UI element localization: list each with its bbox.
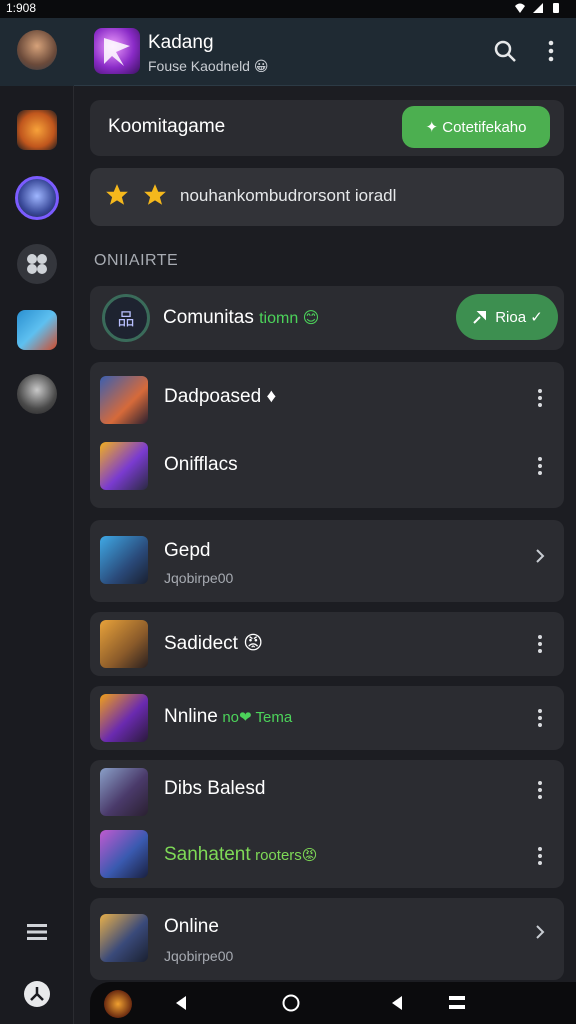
stars-card[interactable]: nouhankombudrorsont ioradl [90, 168, 564, 226]
banner-button[interactable]: ✦ Cotetifekaho [402, 106, 550, 148]
more-vertical-icon[interactable] [530, 706, 550, 730]
community-highlight: tiomn 😊 [259, 310, 320, 327]
rail-game-selected[interactable] [15, 176, 59, 220]
home-icon[interactable] [280, 992, 302, 1014]
game-icon [100, 768, 148, 816]
menu-icon[interactable] [26, 922, 48, 942]
chevron-right-icon[interactable] [530, 922, 550, 942]
more-vertical-icon[interactable] [530, 386, 550, 410]
community-join-button[interactable]: Rioa ✓ [456, 294, 558, 340]
more-vertical-icon[interactable] [530, 778, 550, 802]
svg-text:品: 品 [118, 310, 135, 330]
games-group-4: Nnline no❤ Tema [90, 686, 564, 750]
game-icon [100, 536, 148, 584]
games-group-2[interactable]: Gepd Jqobirpe00 [90, 520, 564, 602]
games-group-6[interactable]: Online Jqobirpe00 [90, 898, 564, 980]
stars-text: nouhankombudrorsont ioradl [180, 186, 397, 205]
game-subtitle: Jqobirpe00 [164, 948, 234, 964]
game-name: Online [164, 916, 219, 937]
status-time: 1:908 [6, 1, 37, 15]
game-subtitle: Jqobirpe00 [164, 570, 234, 586]
game-icon [100, 830, 148, 878]
user-avatar[interactable] [17, 30, 57, 70]
game-name: Dadpoased ♦ [164, 386, 277, 407]
rail-game-fox[interactable] [17, 110, 57, 150]
game-name: Gepd [164, 540, 211, 561]
star-icon [106, 184, 128, 205]
community-join-label: Rioa ✓ [495, 309, 543, 326]
game-name: Sanhatent [164, 844, 251, 865]
game-name-wrap: Sanhatent rooters😡 [164, 844, 317, 866]
chevron-right-icon[interactable] [530, 546, 550, 566]
rail-game-gray[interactable] [17, 374, 57, 414]
games-group-3: Sadidect 😡 [90, 612, 564, 676]
games-group-1: Dadpoased ♦ Onifflacs [90, 362, 564, 508]
game-tag: no❤ Tema [222, 709, 293, 726]
search-icon[interactable] [492, 38, 518, 64]
back-icon[interactable] [386, 992, 408, 1014]
game-icon [100, 914, 148, 962]
section-label: ONIIAIRTE [94, 252, 179, 269]
game-name: Onifflacs [164, 454, 238, 475]
banner-title: Koomitagame [108, 116, 226, 137]
rocket-icon [471, 308, 489, 326]
more-vertical-icon[interactable] [538, 38, 564, 64]
app-title: Kadang [148, 32, 214, 53]
app-header: Kadang Fouse Kaodneld 😀 [74, 18, 576, 86]
fire-app-icon[interactable] [104, 990, 132, 1018]
community-card[interactable]: 品 Comunitas tiomn 😊 Rioa ✓ [90, 286, 564, 350]
banner-card: Koomitagame ✦ Cotetifekaho [90, 100, 564, 156]
star-rating [104, 182, 168, 208]
left-rail [0, 18, 74, 1024]
app-logo [94, 28, 140, 74]
game-icon [100, 694, 148, 742]
battery-icon [550, 2, 562, 14]
star-icon [144, 184, 166, 205]
community-name-wrap: Comunitas tiomn 😊 [163, 307, 319, 329]
profile-icon[interactable] [23, 980, 51, 1008]
game-icon [100, 376, 148, 424]
recents-icon[interactable] [446, 992, 468, 1014]
system-nav-bar [90, 982, 576, 1024]
community-name: Comunitas [163, 307, 254, 328]
more-vertical-icon[interactable] [530, 632, 550, 656]
game-name: Nnline [164, 706, 218, 727]
games-group-5: Dibs Balesd Sanhatent rooters😡 [90, 760, 564, 888]
game-name: Sadidect 😡 [164, 633, 264, 654]
back-icon[interactable] [170, 992, 192, 1014]
game-name: Dibs Balesd [164, 778, 266, 799]
app-subtitle: Fouse Kaodneld 😀 [148, 58, 269, 74]
status-bar: 1:908 [0, 0, 576, 18]
rail-add-server[interactable] [17, 244, 57, 284]
rail-game-blue[interactable] [17, 310, 57, 350]
status-icons [514, 2, 562, 14]
game-name-wrap: Nnline no❤ Tema [164, 706, 292, 728]
community-icon: 品 [102, 294, 150, 342]
game-tag: rooters😡 [255, 847, 318, 864]
wifi-icon [514, 2, 526, 14]
more-vertical-icon[interactable] [530, 454, 550, 478]
more-vertical-icon[interactable] [530, 844, 550, 868]
clover-icon [27, 254, 47, 274]
game-icon [100, 442, 148, 490]
signal-icon [532, 2, 544, 14]
game-icon [100, 620, 148, 668]
